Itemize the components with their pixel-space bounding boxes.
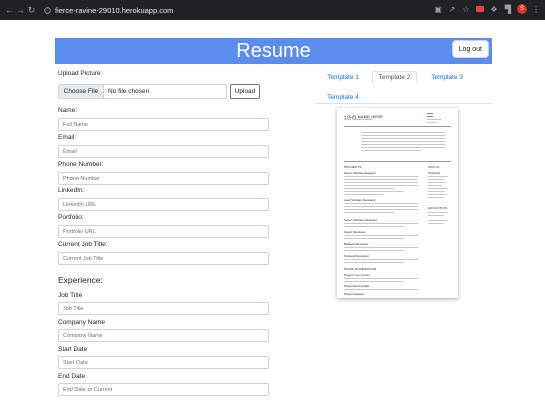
forward-icon[interactable]: → bbox=[15, 5, 26, 15]
logout-button[interactable]: Log out bbox=[451, 40, 489, 58]
bookmark-star-icon[interactable]: ☆ bbox=[461, 4, 471, 14]
preview-work-title: Project Lorem Ipsum bbox=[344, 273, 370, 277]
tab-template-1[interactable]: Template 1 bbox=[322, 71, 364, 83]
preview-skills-heading: SKILLS bbox=[428, 165, 440, 169]
preview-work-heading: WORK EXPERIENCE bbox=[344, 267, 377, 271]
preview-project-title: Backend Developer bbox=[344, 242, 369, 246]
exp-job-title-field[interactable]: Job Title bbox=[58, 302, 269, 315]
job-title-label: Current Job Title: bbox=[58, 241, 108, 248]
tab-search-icon[interactable]: ▜ bbox=[503, 4, 513, 14]
preview-project-title: Senior Developer bbox=[344, 230, 366, 234]
share-icon[interactable]: ↗ bbox=[447, 4, 457, 14]
resume-preview: YOUR NAME HERE Senior Software Engineer … bbox=[337, 108, 458, 298]
extension-red-icon[interactable] bbox=[475, 4, 485, 14]
preview-work-title: Project Nequent bbox=[344, 292, 365, 296]
current-job-title-field[interactable]: Current Job Title bbox=[58, 252, 269, 265]
upload-label: Upload Picture: bbox=[58, 70, 103, 77]
file-status: No file chosen bbox=[108, 88, 150, 95]
name-field[interactable]: Full Name bbox=[58, 118, 269, 131]
company-name-field[interactable]: Company Name bbox=[58, 329, 269, 342]
profile-avatar[interactable]: S bbox=[517, 4, 527, 14]
header-banner: Resume Log out bbox=[55, 38, 492, 64]
tab-template-4[interactable]: Template 4 bbox=[322, 91, 364, 103]
email-label: Email: bbox=[58, 134, 77, 141]
phone-label: Phone Number: bbox=[58, 161, 104, 168]
preview-work-title: Project Sed Fringilla bbox=[344, 284, 370, 288]
email-field[interactable]: Email bbox=[58, 145, 269, 158]
file-input[interactable]: Choose File No file chosen bbox=[58, 84, 227, 99]
portfolio-field[interactable]: Portfolio URL bbox=[58, 225, 269, 238]
browser-toolbar: ← → ↻ fierce-ravine-29010.herokuapp.com … bbox=[0, 0, 545, 20]
portfolio-label: Portfolio: bbox=[58, 214, 84, 221]
cast-icon[interactable]: ▣ bbox=[433, 4, 443, 14]
preview-education-heading: EDUCATION bbox=[428, 206, 448, 210]
site-info-icon[interactable] bbox=[43, 6, 51, 14]
tabs-divider bbox=[316, 103, 492, 104]
preview-project-title: Senior Software Engineer bbox=[344, 171, 376, 175]
company-name-label: Company Name bbox=[58, 319, 105, 326]
start-date-label: Start Date bbox=[58, 346, 88, 353]
page: Resume Log out Upload Picture: Choose Fi… bbox=[0, 20, 545, 400]
back-icon[interactable]: ← bbox=[4, 5, 15, 15]
linkedin-field[interactable]: LinkedIn URL bbox=[58, 198, 269, 211]
tab-template-2[interactable]: Template 2 bbox=[372, 71, 417, 83]
end-date-label: End Date bbox=[58, 373, 86, 380]
start-date-field[interactable]: Start Date bbox=[58, 356, 269, 369]
preview-skills-title: Technical bbox=[428, 171, 440, 175]
preview-project-title: Lead Software Developer bbox=[344, 198, 376, 202]
experience-heading: Experience: bbox=[58, 275, 103, 285]
name-label: Name: bbox=[58, 107, 78, 114]
preview-project-title: Frontend Developer bbox=[344, 254, 369, 258]
reload-icon[interactable]: ↻ bbox=[26, 5, 37, 16]
upload-button[interactable]: Upload bbox=[230, 84, 260, 99]
exp-job-title-label: Job Title bbox=[58, 292, 83, 299]
tab-template-3[interactable]: Template 3 bbox=[426, 71, 468, 83]
end-date-field[interactable]: End Date or Current bbox=[58, 383, 269, 396]
preview-projects-heading: PROJECTS bbox=[344, 165, 362, 169]
address-bar[interactable]: fierce-ravine-29010.herokuapp.com bbox=[55, 6, 173, 15]
linkedin-label: LinkedIn: bbox=[58, 187, 85, 194]
phone-field[interactable]: Phone Number bbox=[58, 172, 269, 185]
page-title: Resume bbox=[236, 40, 311, 62]
choose-file-button[interactable]: Choose File bbox=[59, 85, 104, 98]
extensions-puzzle-icon[interactable]: ❖ bbox=[489, 4, 499, 14]
chrome-menu-icon[interactable]: ⋮ bbox=[531, 4, 541, 14]
preview-role: Senior Software Engineer bbox=[344, 118, 373, 121]
preview-project-title: Senior Software Developer bbox=[344, 218, 378, 222]
